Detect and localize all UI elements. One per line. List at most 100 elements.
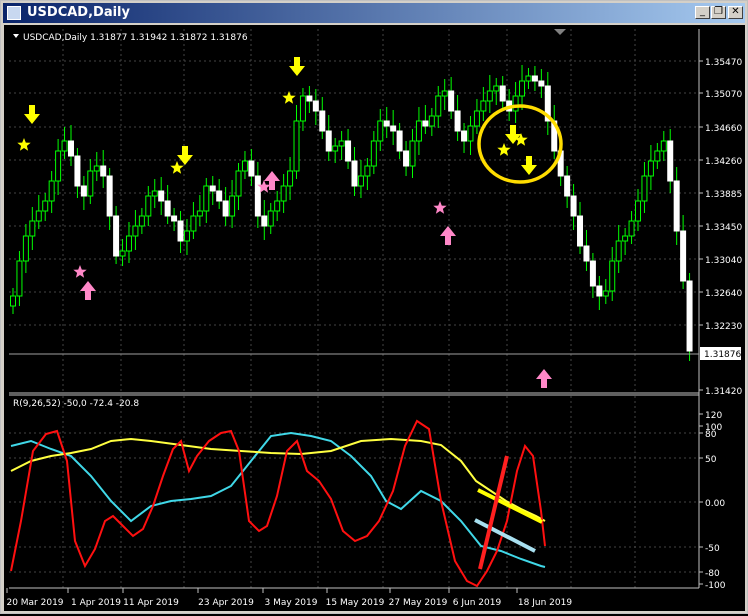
indicator-axis: 12010080500.00-50-80-100 — [699, 411, 726, 591]
price-tick-label: 1.35070 — [705, 90, 742, 100]
time-tick-label: 11 Apr 2019 — [123, 598, 179, 608]
candle — [628, 220, 635, 237]
price-tick-label: 1.35470 — [705, 58, 742, 68]
candle — [448, 90, 455, 112]
candle — [67, 140, 74, 157]
price-tick-label: 1.33450 — [705, 223, 742, 233]
up-arrow-icon — [440, 226, 456, 245]
candle — [403, 150, 410, 167]
candle — [635, 200, 642, 222]
candle — [615, 240, 622, 262]
candle — [216, 190, 223, 202]
trade-signals — [17, 57, 563, 388]
restore-button[interactable]: ❐ — [711, 6, 726, 19]
down-arrow-icon — [289, 57, 305, 76]
candle — [680, 230, 687, 282]
candle — [673, 180, 680, 232]
candle — [164, 200, 171, 217]
candle — [525, 75, 532, 82]
candle — [480, 100, 487, 112]
candle — [390, 125, 397, 132]
down-arrow-icon — [521, 156, 537, 175]
candle — [351, 160, 358, 187]
candle — [280, 185, 287, 202]
indicator-tick-label: 0.00 — [705, 499, 725, 509]
time-tick-label: 3 May 2019 — [265, 598, 318, 608]
candle — [531, 75, 538, 82]
price-tick-label: 1.32230 — [705, 322, 742, 332]
candle — [538, 80, 545, 87]
candle — [641, 175, 648, 202]
candle — [422, 120, 429, 127]
candle — [589, 260, 596, 287]
candle — [55, 150, 62, 182]
candle — [203, 185, 210, 212]
up-arrow-icon — [536, 369, 552, 388]
indicator-tick-label: 120 — [705, 411, 722, 421]
time-tick-label: 20 Mar 2019 — [6, 598, 63, 608]
candle — [306, 95, 313, 102]
chart-area[interactable]: 1.35470 1.35070 1.34660 1.34260 1.33885 1.334… — [4, 25, 745, 611]
candle — [338, 140, 345, 147]
grid-lines — [9, 29, 699, 588]
candle — [151, 190, 158, 197]
candle — [80, 185, 87, 197]
candle — [667, 140, 674, 182]
candle — [493, 85, 500, 92]
candle — [357, 175, 364, 187]
candle — [370, 140, 377, 167]
close-button[interactable]: ✕ — [728, 6, 743, 19]
star-icon — [170, 161, 184, 174]
collapse-triangle-icon[interactable] — [13, 34, 19, 38]
candle — [319, 110, 326, 132]
price-tick-label: 1.33040 — [705, 256, 742, 266]
indicator-fast-line — [10, 419, 546, 588]
time-tick-label: 1 Apr 2019 — [71, 598, 121, 608]
candle — [248, 160, 255, 177]
indicator-tick-label: 80 — [705, 430, 717, 440]
candle — [396, 130, 403, 152]
star-icon — [497, 143, 511, 156]
highlight-circle — [477, 104, 563, 184]
candle — [383, 120, 390, 127]
indicator-tick-label: 50 — [705, 455, 717, 465]
candle — [177, 220, 184, 242]
candle — [196, 210, 203, 217]
candle — [229, 195, 236, 217]
candle — [74, 155, 81, 187]
price-tick-label: 1.34660 — [705, 124, 742, 134]
candle — [570, 195, 577, 217]
main-chart-header: USDCAD,Daily 1.31877 1.31942 1.31872 1.3… — [23, 33, 248, 43]
candle — [461, 130, 468, 142]
candles — [10, 65, 693, 361]
candle — [222, 200, 229, 217]
candle — [158, 190, 165, 202]
candle — [145, 195, 152, 217]
minimize-button[interactable]: _ — [695, 6, 710, 19]
candle — [564, 175, 571, 197]
window-title: USDCAD,Daily — [27, 5, 130, 20]
candle — [29, 220, 36, 237]
candle — [293, 120, 300, 172]
candle — [10, 295, 16, 307]
candle — [241, 160, 248, 172]
candle — [473, 110, 480, 127]
candle — [499, 85, 506, 102]
candle — [209, 185, 216, 192]
time-tick-label: 15 May 2019 — [326, 598, 385, 608]
candle — [119, 250, 126, 257]
candle — [409, 140, 416, 167]
star-icon — [17, 138, 31, 151]
candle — [312, 100, 319, 112]
candle — [486, 90, 493, 102]
title-bar[interactable]: USDCAD,Daily _ ❐ ✕ — [3, 3, 745, 23]
indicator-tick-label: -50 — [705, 544, 720, 554]
candle — [190, 215, 197, 232]
trend-line-yellow — [477, 488, 543, 524]
indicator-header: R(9,26,52) -50,0 -72.4 -20.8 — [13, 399, 139, 409]
star-icon — [73, 265, 87, 278]
scroll-marker-icon[interactable] — [554, 29, 566, 35]
current-price-label: 1.31876 — [704, 350, 741, 360]
candle — [428, 115, 435, 127]
candle — [35, 210, 42, 222]
